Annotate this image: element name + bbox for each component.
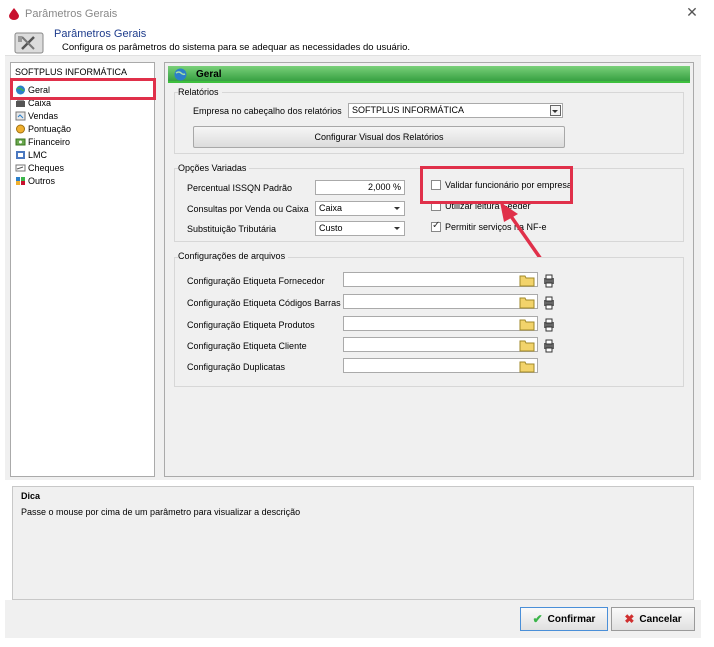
configurar-visual-button[interactable]: Configurar Visual dos Relatórios xyxy=(193,126,565,148)
chevron-down-icon xyxy=(394,227,400,230)
tip-text: Passe o mouse por cima de um parâmetro p… xyxy=(21,507,301,517)
arquivo-cliente-input[interactable] xyxy=(343,337,538,352)
confirm-label: Confirmar xyxy=(547,613,596,625)
close-icon[interactable]: ✕ xyxy=(684,4,700,20)
app-drop-icon xyxy=(9,8,19,20)
page-title: Parâmetros Gerais xyxy=(54,28,147,40)
cancel-label: Cancelar xyxy=(639,613,682,625)
checkbox-box[interactable] xyxy=(431,220,441,232)
confirm-button[interactable]: ✔ Confirmar xyxy=(520,607,608,631)
cancel-button[interactable]: ✖ Cancelar xyxy=(611,607,695,631)
st-select-value: Custo xyxy=(319,223,343,233)
arquivo-row-label: Configuração Etiqueta Produtos xyxy=(187,320,315,330)
sidebar-item-label: Pontuação xyxy=(28,123,72,134)
empresa-select[interactable]: SOFTPLUS INFORMÁTICA xyxy=(348,103,563,118)
sidebar-item-label: Cheques xyxy=(28,162,65,173)
tip-panel: Dica Passe o mouse por cima de um parâme… xyxy=(12,486,694,600)
folder-icon[interactable] xyxy=(519,317,535,331)
sidebar-company: SOFTPLUS INFORMÁTICA xyxy=(15,67,128,77)
folder-icon[interactable] xyxy=(519,295,535,309)
arquivo-row-label: Configuração Etiqueta Códigos Barras xyxy=(187,298,341,308)
sidebar-item-financeiro[interactable]: Financeiro xyxy=(15,135,70,148)
consultas-label: Consultas por Venda ou Caixa xyxy=(187,204,309,214)
sales-icon xyxy=(15,111,26,120)
section-header: Geral xyxy=(168,66,690,83)
check-icon: ✔ xyxy=(532,612,543,626)
x-icon: ✖ xyxy=(624,612,635,626)
folder-icon[interactable] xyxy=(519,338,535,352)
st-select[interactable]: Custo xyxy=(315,221,405,236)
lmc-icon xyxy=(16,150,25,159)
arquivo-row-label: Configuração Duplicatas xyxy=(187,362,286,372)
sidebar-item-outros[interactable]: Outros xyxy=(15,174,55,187)
window-title: Parâmetros Gerais xyxy=(25,8,118,20)
sidebar: SOFTPLUS INFORMÁTICA Geral Caixa Vendas … xyxy=(10,62,155,477)
others-icon xyxy=(16,176,25,185)
folder-icon[interactable] xyxy=(519,359,535,373)
print-config-icon[interactable] xyxy=(542,339,556,353)
opcoes-group-label: Opções Variadas xyxy=(178,163,250,173)
arquivo-row-label: Configuração Etiqueta Fornecedor xyxy=(187,276,325,286)
empresa-label: Empresa no cabeçalho dos relatórios xyxy=(193,106,342,116)
sidebar-item-label: Financeiro xyxy=(28,136,71,147)
arquivo-codigos-barras-input[interactable] xyxy=(343,294,538,309)
arquivo-fornecedor-input[interactable] xyxy=(343,272,538,287)
tip-title: Dica xyxy=(21,491,41,501)
consultas-select-value: Caixa xyxy=(319,203,343,213)
relatorios-group-label: Relatórios xyxy=(178,87,222,97)
print-config-icon[interactable] xyxy=(542,274,556,288)
sidebar-item-vendas[interactable]: Vendas xyxy=(15,109,58,122)
highlight-box-validar xyxy=(420,166,573,204)
sidebar-item-label: LMC xyxy=(28,149,48,160)
points-icon xyxy=(16,124,25,133)
chevron-down-icon xyxy=(394,207,400,210)
st-label: Substituição Tributária xyxy=(187,224,277,234)
sidebar-item-lmc[interactable]: LMC xyxy=(15,148,47,161)
tools-icon xyxy=(14,32,44,54)
arquivo-row-label: Configuração Etiqueta Cliente xyxy=(187,341,307,351)
issqn-label: Percentual ISSQN Padrão xyxy=(187,183,293,193)
highlight-box-geral xyxy=(10,78,156,100)
empresa-select-value: SOFTPLUS INFORMÁTICA xyxy=(352,105,465,115)
footer: ✔ Confirmar ✖ Cancelar xyxy=(5,600,701,638)
issqn-input[interactable]: 2,000 % xyxy=(315,180,405,195)
arquivo-produtos-input[interactable] xyxy=(343,316,538,331)
cheque-icon xyxy=(15,164,26,171)
arquivos-group-label: Configurações de arquivos xyxy=(178,251,289,261)
sidebar-item-label: Outros xyxy=(28,175,56,186)
globe-icon xyxy=(174,68,187,81)
header: Parâmetros Gerais Configura os parâmetro… xyxy=(5,24,701,56)
print-config-icon[interactable] xyxy=(542,296,556,310)
consultas-select[interactable]: Caixa xyxy=(315,201,405,216)
dropdown-button[interactable] xyxy=(550,105,561,116)
finance-icon xyxy=(15,138,26,145)
folder-icon[interactable] xyxy=(519,273,535,287)
arquivo-duplicatas-input[interactable] xyxy=(343,358,538,373)
print-config-icon[interactable] xyxy=(542,318,556,332)
page-subtitle: Configura os parâmetros do sistema para … xyxy=(62,42,411,53)
sidebar-item-label: Vendas xyxy=(28,110,59,121)
section-title: Geral xyxy=(196,69,222,80)
sidebar-item-pontuacao[interactable]: Pontuação xyxy=(15,122,71,135)
section-underline xyxy=(168,81,690,83)
sidebar-item-cheques[interactable]: Cheques xyxy=(15,161,64,174)
chevron-down-icon xyxy=(552,110,558,113)
